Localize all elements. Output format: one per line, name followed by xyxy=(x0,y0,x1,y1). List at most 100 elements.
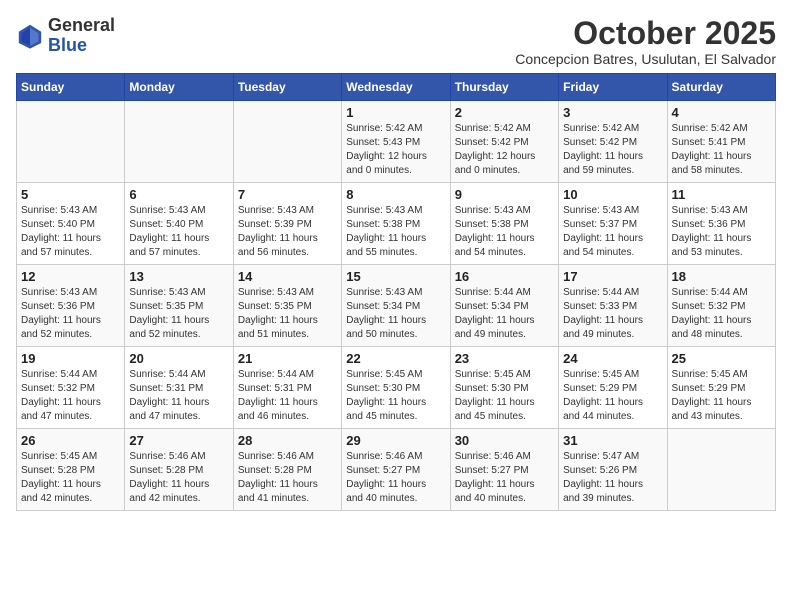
day-info: Sunrise: 5:45 AMSunset: 5:30 PMDaylight:… xyxy=(346,368,445,424)
day-number: 25 xyxy=(672,351,771,366)
day-number: 14 xyxy=(238,269,337,284)
calendar-cell: 23 Sunrise: 5:45 AMSunset: 5:30 PMDayligh… xyxy=(450,347,558,429)
day-number: 28 xyxy=(238,433,337,448)
calendar-cell: 7 Sunrise: 5:43 AMSunset: 5:39 PMDaylight… xyxy=(233,183,341,265)
day-info: Sunrise: 5:43 AMSunset: 5:36 PMDaylight:… xyxy=(672,204,771,260)
calendar-table: SundayMondayTuesdayWednesdayThursdayFrid… xyxy=(16,73,776,511)
weekday-header-tuesday: Tuesday xyxy=(233,74,341,101)
calendar-cell: 30 Sunrise: 5:46 AMSunset: 5:27 PMDayligh… xyxy=(450,429,558,511)
calendar-cell: 13 Sunrise: 5:43 AMSunset: 5:35 PMDayligh… xyxy=(125,265,233,347)
calendar-cell: 28 Sunrise: 5:46 AMSunset: 5:28 PMDayligh… xyxy=(233,429,341,511)
calendar-cell: 6 Sunrise: 5:43 AMSunset: 5:40 PMDaylight… xyxy=(125,183,233,265)
calendar-cell: 16 Sunrise: 5:44 AMSunset: 5:34 PMDayligh… xyxy=(450,265,558,347)
weekday-header-friday: Friday xyxy=(559,74,667,101)
weekday-header-saturday: Saturday xyxy=(667,74,775,101)
day-number: 4 xyxy=(672,105,771,120)
day-number: 31 xyxy=(563,433,662,448)
day-number: 10 xyxy=(563,187,662,202)
day-info: Sunrise: 5:45 AMSunset: 5:28 PMDaylight:… xyxy=(21,450,120,506)
day-number: 19 xyxy=(21,351,120,366)
day-info: Sunrise: 5:42 AMSunset: 5:42 PMDaylight:… xyxy=(455,122,554,178)
weekday-header-thursday: Thursday xyxy=(450,74,558,101)
month-title: October 2025 xyxy=(515,16,776,51)
day-info: Sunrise: 5:42 AMSunset: 5:42 PMDaylight:… xyxy=(563,122,662,178)
calendar-cell: 24Sunrise: 5:45 AMSunset: 5:29 PMDayligh… xyxy=(559,347,667,429)
day-info: Sunrise: 5:42 AMSunset: 5:41 PMDaylight:… xyxy=(672,122,771,178)
day-info: Sunrise: 5:45 AMSunset: 5:29 PMDaylight:… xyxy=(672,368,771,424)
calendar-cell: 3 Sunrise: 5:42 AMSunset: 5:42 PMDaylight… xyxy=(559,101,667,183)
day-number: 30 xyxy=(455,433,554,448)
day-number: 9 xyxy=(455,187,554,202)
calendar-cell: 17Sunrise: 5:44 AMSunset: 5:33 PMDayligh… xyxy=(559,265,667,347)
day-info: Sunrise: 5:43 AMSunset: 5:39 PMDaylight:… xyxy=(238,204,337,260)
calendar-week-3: 19 Sunrise: 5:44 AMSunset: 5:32 PMDayligh… xyxy=(17,347,776,429)
day-info: Sunrise: 5:44 AMSunset: 5:31 PMDaylight:… xyxy=(238,368,337,424)
day-number: 23 xyxy=(455,351,554,366)
day-number: 8 xyxy=(346,187,445,202)
calendar-week-0: 1 Sunrise: 5:42 AMSunset: 5:43 PMDaylight… xyxy=(17,101,776,183)
calendar-cell: 5 Sunrise: 5:43 AMSunset: 5:40 PMDaylight… xyxy=(17,183,125,265)
day-info: Sunrise: 5:44 AMSunset: 5:32 PMDaylight:… xyxy=(672,286,771,342)
calendar-week-2: 12 Sunrise: 5:43 AMSunset: 5:36 PMDayligh… xyxy=(17,265,776,347)
day-info: Sunrise: 5:46 AMSunset: 5:28 PMDaylight:… xyxy=(129,450,228,506)
calendar-cell: 27 Sunrise: 5:46 AMSunset: 5:28 PMDayligh… xyxy=(125,429,233,511)
day-number: 12 xyxy=(21,269,120,284)
page-header: General Blue October 2025 Concepcion Bat… xyxy=(16,16,776,67)
calendar-cell: 21Sunrise: 5:44 AMSunset: 5:31 PMDayligh… xyxy=(233,347,341,429)
day-number: 13 xyxy=(129,269,228,284)
day-info: Sunrise: 5:42 AMSunset: 5:43 PMDaylight:… xyxy=(346,122,445,178)
day-info: Sunrise: 5:45 AMSunset: 5:30 PMDaylight:… xyxy=(455,368,554,424)
day-info: Sunrise: 5:43 AMSunset: 5:35 PMDaylight:… xyxy=(238,286,337,342)
location-subtitle: Concepcion Batres, Usulutan, El Salvador xyxy=(515,51,776,67)
weekday-header-monday: Monday xyxy=(125,74,233,101)
calendar-cell: 14 Sunrise: 5:43 AMSunset: 5:35 PMDayligh… xyxy=(233,265,341,347)
calendar-cell: 29 Sunrise: 5:46 AMSunset: 5:27 PMDayligh… xyxy=(342,429,450,511)
calendar-cell: 25 Sunrise: 5:45 AMSunset: 5:29 PMDayligh… xyxy=(667,347,775,429)
logo-text: General Blue xyxy=(48,16,115,56)
calendar-cell: 18Sunrise: 5:44 AMSunset: 5:32 PMDayligh… xyxy=(667,265,775,347)
calendar-cell: 15Sunrise: 5:43 AMSunset: 5:34 PMDayligh… xyxy=(342,265,450,347)
calendar-cell xyxy=(667,429,775,511)
calendar-cell: 9 Sunrise: 5:43 AMSunset: 5:38 PMDaylight… xyxy=(450,183,558,265)
day-info: Sunrise: 5:43 AMSunset: 5:36 PMDaylight:… xyxy=(21,286,120,342)
logo: General Blue xyxy=(16,16,115,56)
calendar-cell: 20 Sunrise: 5:44 AMSunset: 5:31 PMDayligh… xyxy=(125,347,233,429)
day-info: Sunrise: 5:43 AMSunset: 5:38 PMDaylight:… xyxy=(455,204,554,260)
day-number: 17 xyxy=(563,269,662,284)
calendar-cell: 10 Sunrise: 5:43 AMSunset: 5:37 PMDayligh… xyxy=(559,183,667,265)
calendar-cell xyxy=(233,101,341,183)
day-info: Sunrise: 5:43 AMSunset: 5:40 PMDaylight:… xyxy=(129,204,228,260)
day-number: 11 xyxy=(672,187,771,202)
day-info: Sunrise: 5:46 AMSunset: 5:27 PMDaylight:… xyxy=(455,450,554,506)
day-number: 20 xyxy=(129,351,228,366)
day-info: Sunrise: 5:43 AMSunset: 5:35 PMDaylight:… xyxy=(129,286,228,342)
day-info: Sunrise: 5:46 AMSunset: 5:28 PMDaylight:… xyxy=(238,450,337,506)
day-number: 16 xyxy=(455,269,554,284)
day-info: Sunrise: 5:44 AMSunset: 5:31 PMDaylight:… xyxy=(129,368,228,424)
day-number: 7 xyxy=(238,187,337,202)
weekday-header-sunday: Sunday xyxy=(17,74,125,101)
calendar-cell: 12 Sunrise: 5:43 AMSunset: 5:36 PMDayligh… xyxy=(17,265,125,347)
calendar-cell: 4 Sunrise: 5:42 AMSunset: 5:41 PMDaylight… xyxy=(667,101,775,183)
calendar-cell: 1 Sunrise: 5:42 AMSunset: 5:43 PMDaylight… xyxy=(342,101,450,183)
day-number: 3 xyxy=(563,105,662,120)
day-info: Sunrise: 5:46 AMSunset: 5:27 PMDaylight:… xyxy=(346,450,445,506)
day-number: 5 xyxy=(21,187,120,202)
day-number: 6 xyxy=(129,187,228,202)
day-info: Sunrise: 5:43 AMSunset: 5:37 PMDaylight:… xyxy=(563,204,662,260)
day-info: Sunrise: 5:43 AMSunset: 5:34 PMDaylight:… xyxy=(346,286,445,342)
day-info: Sunrise: 5:43 AMSunset: 5:38 PMDaylight:… xyxy=(346,204,445,260)
logo-icon xyxy=(16,22,44,50)
day-number: 29 xyxy=(346,433,445,448)
day-number: 22 xyxy=(346,351,445,366)
calendar-cell xyxy=(17,101,125,183)
day-number: 27 xyxy=(129,433,228,448)
day-info: Sunrise: 5:44 AMSunset: 5:32 PMDaylight:… xyxy=(21,368,120,424)
day-number: 2 xyxy=(455,105,554,120)
calendar-cell: 19 Sunrise: 5:44 AMSunset: 5:32 PMDayligh… xyxy=(17,347,125,429)
calendar-cell: 22 Sunrise: 5:45 AMSunset: 5:30 PMDayligh… xyxy=(342,347,450,429)
calendar-cell: 11 Sunrise: 5:43 AMSunset: 5:36 PMDayligh… xyxy=(667,183,775,265)
day-info: Sunrise: 5:44 AMSunset: 5:34 PMDaylight:… xyxy=(455,286,554,342)
day-info: Sunrise: 5:43 AMSunset: 5:40 PMDaylight:… xyxy=(21,204,120,260)
day-number: 1 xyxy=(346,105,445,120)
